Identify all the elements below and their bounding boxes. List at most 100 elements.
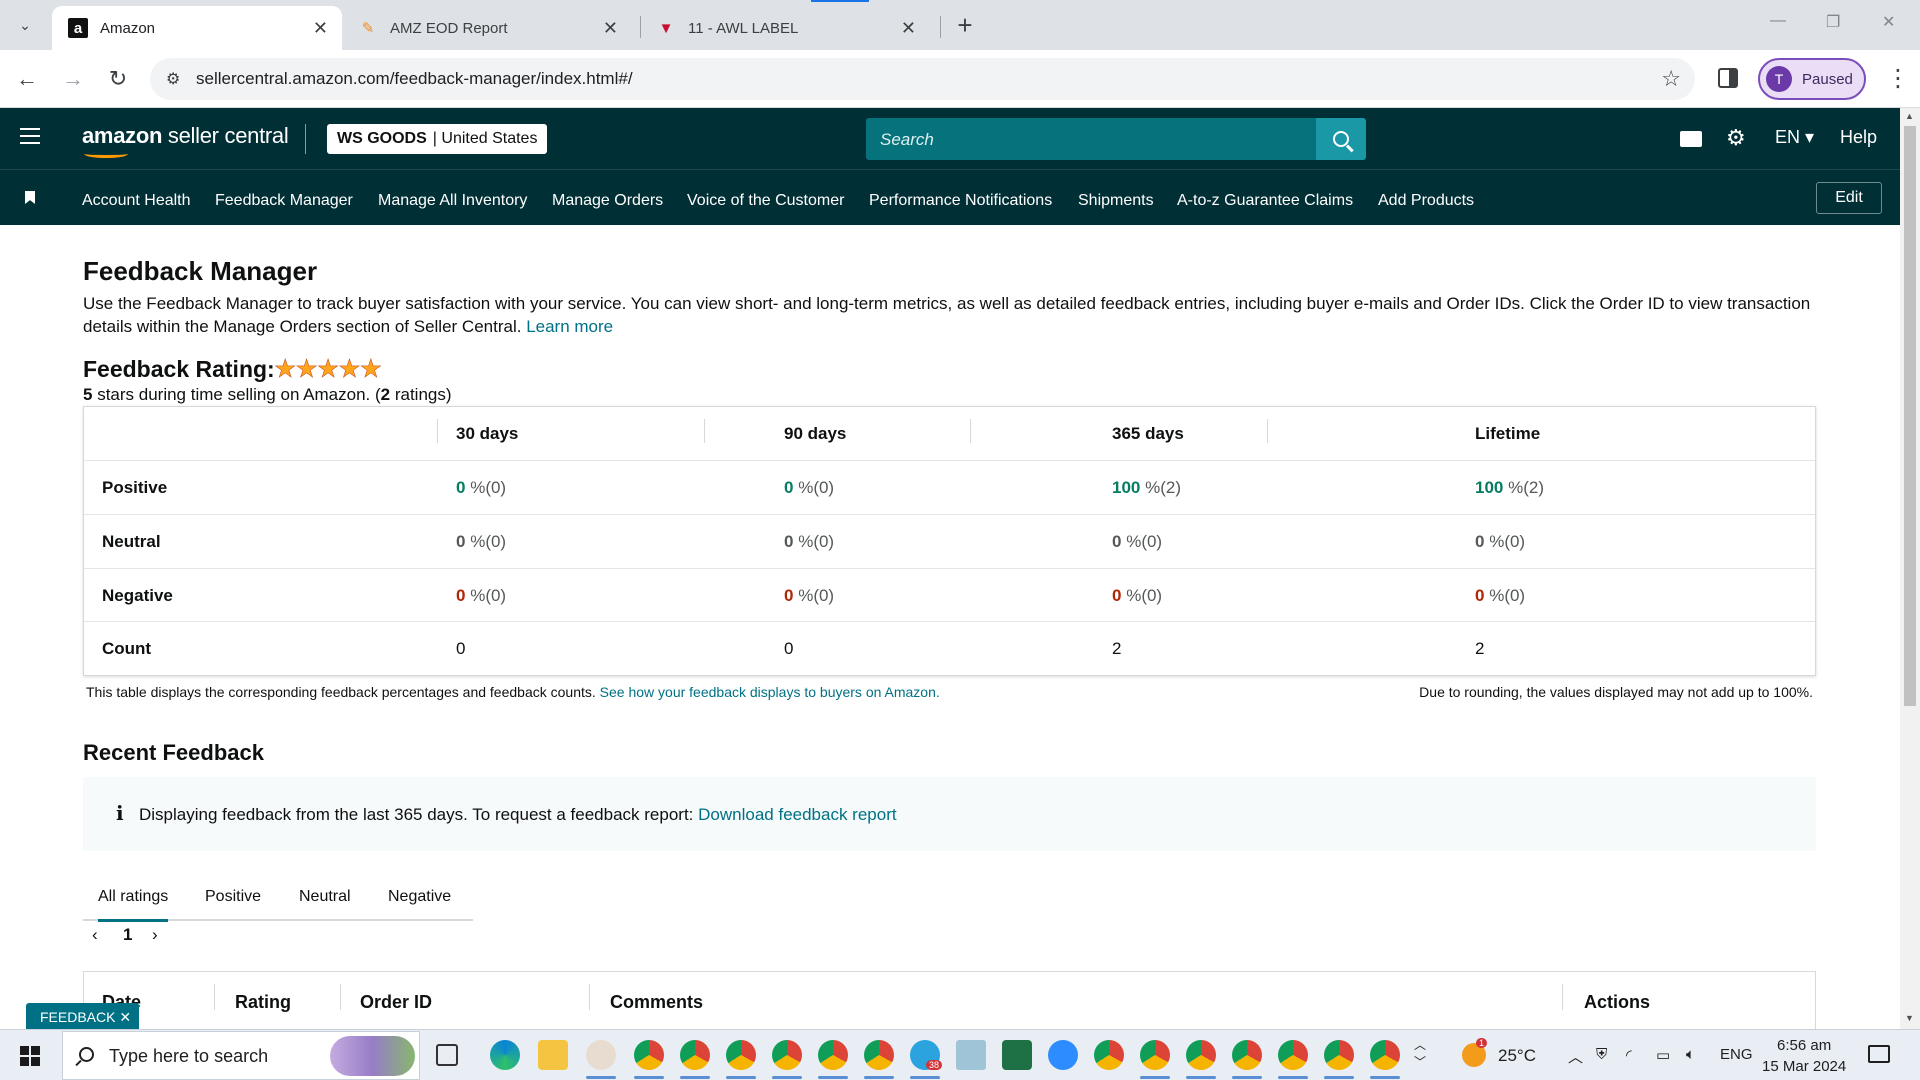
- snipping-tool-icon[interactable]: [586, 1040, 616, 1070]
- address-bar[interactable]: ⚙ sellercentral.amazon.com/feedback-mana…: [150, 58, 1695, 100]
- learn-more-link[interactable]: Learn more: [526, 317, 613, 336]
- site-settings-icon[interactable]: ⚙: [166, 69, 180, 89]
- task-view-icon[interactable]: [436, 1044, 458, 1066]
- row-label: Count: [102, 639, 152, 658]
- chrome-profile-icon[interactable]: [772, 1040, 802, 1070]
- chrome-profile-icon[interactable]: [818, 1040, 848, 1070]
- running-indicator: [772, 1076, 802, 1079]
- search-input[interactable]: Search: [866, 118, 1316, 160]
- temperature[interactable]: 25°C: [1498, 1046, 1536, 1066]
- rating-count-suffix: ratings): [390, 385, 452, 404]
- scroll-down-icon[interactable]: ▼: [1905, 1013, 1914, 1023]
- tab-positive[interactable]: Positive: [205, 888, 261, 906]
- wifi-icon[interactable]: ◜: [1626, 1046, 1632, 1064]
- tab-list-chevron-icon[interactable]: ⌄: [10, 10, 40, 40]
- column-header-rating[interactable]: Rating: [235, 992, 291, 1013]
- scrollbar-thumb[interactable]: [1904, 126, 1916, 706]
- windows-start-icon[interactable]: [20, 1046, 40, 1066]
- side-panel-icon[interactable]: [1718, 68, 1738, 88]
- chrome-profile-icon[interactable]: [1370, 1040, 1400, 1070]
- new-tab-plus-icon[interactable]: +: [950, 10, 980, 40]
- browser-menu-icon[interactable]: ⋮: [1886, 64, 1910, 93]
- help-link[interactable]: Help: [1840, 127, 1877, 148]
- chrome-profile-icon[interactable]: [1186, 1040, 1216, 1070]
- forward-arrow-icon[interactable]: →: [58, 64, 88, 94]
- lavender-search-highlight-icon: [330, 1036, 415, 1076]
- rounding-note: Due to rounding, the values displayed ma…: [1419, 684, 1813, 700]
- zoom-icon[interactable]: [1048, 1040, 1078, 1070]
- tab-amz-eod-report[interactable]: ✎ AMZ EOD Report ✕: [342, 6, 632, 50]
- store-selector[interactable]: WS GOODS | United States: [327, 124, 548, 154]
- clock[interactable]: 6:56 am 15 Mar 2024: [1762, 1035, 1846, 1077]
- search-button[interactable]: [1316, 118, 1366, 160]
- show-hidden-icons-chevron-icon[interactable]: ︿: [1568, 1046, 1583, 1067]
- metrics-row-neutral: Neutral 0 %(0) 0 %(0) 0 %(0) 0 %(0): [84, 514, 1815, 567]
- tab-neutral[interactable]: Neutral: [299, 888, 351, 906]
- minimize-icon[interactable]: —: [1770, 12, 1786, 30]
- bookmark-star-icon[interactable]: ☆: [1661, 66, 1681, 92]
- url-text[interactable]: sellercentral.amazon.com/feedback-manage…: [196, 69, 633, 89]
- battery-icon[interactable]: ▭: [1656, 1046, 1670, 1064]
- tab-amazon[interactable]: a Amazon ✕: [52, 6, 342, 50]
- chrome-profile-icon[interactable]: [1232, 1040, 1262, 1070]
- next-page-chevron-icon[interactable]: ›: [152, 925, 158, 945]
- close-tab-icon[interactable]: ✕: [603, 18, 618, 39]
- scroll-up-icon[interactable]: ▲: [1905, 111, 1914, 121]
- five-star-rating-icon: ★★★★★: [274, 355, 383, 384]
- close-window-icon[interactable]: ✕: [1882, 12, 1895, 32]
- edge-icon[interactable]: [490, 1040, 520, 1070]
- security-shield-icon[interactable]: ⛨: [1596, 1046, 1607, 1063]
- nav-voice-of-the-customer[interactable]: Voice of the Customer: [687, 192, 844, 210]
- chrome-profile-icon[interactable]: [680, 1040, 710, 1070]
- tab-all-ratings[interactable]: All ratings: [98, 888, 169, 922]
- download-feedback-report-link[interactable]: Download feedback report: [698, 805, 896, 824]
- nav-performance-notifications[interactable]: Performance Notifications: [869, 192, 1052, 210]
- file-explorer-icon[interactable]: [538, 1040, 568, 1070]
- bookmark-icon[interactable]: [25, 191, 35, 204]
- reload-icon[interactable]: ↻: [103, 64, 133, 94]
- chrome-profile-icon[interactable]: [1278, 1040, 1308, 1070]
- column-divider: [437, 419, 438, 443]
- chrome-profile-icon[interactable]: [1324, 1040, 1354, 1070]
- gear-icon[interactable]: ⚙: [1726, 125, 1746, 151]
- volume-icon[interactable]: 🔈︎: [1686, 1046, 1695, 1063]
- feedback-widget-button[interactable]: FEEDBACK ✕: [26, 1003, 140, 1031]
- mail-icon[interactable]: [1680, 131, 1702, 147]
- column-header-order-id[interactable]: Order ID: [360, 992, 432, 1013]
- chrome-profile-icon[interactable]: [634, 1040, 664, 1070]
- restore-icon[interactable]: ❐: [1826, 12, 1840, 32]
- close-tab-icon[interactable]: ✕: [901, 18, 916, 39]
- nav-shipments[interactable]: Shipments: [1078, 192, 1154, 210]
- nav-add-products[interactable]: Add Products: [1378, 192, 1474, 210]
- feedback-display-link[interactable]: See how your feedback displays to buyers…: [600, 684, 940, 700]
- notifications-icon[interactable]: [1868, 1045, 1890, 1063]
- nav-feedback-manager[interactable]: Feedback Manager: [215, 192, 353, 210]
- nav-a-to-z-guarantee-claims[interactable]: A-to-z Guarantee Claims: [1177, 192, 1353, 210]
- metric-cell: 0 %(0): [1112, 586, 1163, 605]
- profile-button[interactable]: T Paused: [1758, 58, 1866, 100]
- nav-account-health[interactable]: Account Health: [82, 192, 191, 210]
- excel-icon[interactable]: [1002, 1040, 1032, 1070]
- language-indicator[interactable]: ENG: [1720, 1046, 1753, 1063]
- chrome-icon[interactable]: [1094, 1040, 1124, 1070]
- tab-negative[interactable]: Negative: [388, 888, 451, 906]
- hamburger-menu-icon[interactable]: [20, 128, 40, 149]
- taskbar-scroll-arrows-icon[interactable]: ︿ ﹀: [1414, 1036, 1426, 1070]
- notepad-icon[interactable]: [956, 1040, 986, 1070]
- chrome-profile-icon[interactable]: [726, 1040, 756, 1070]
- language-selector[interactable]: EN ▾: [1775, 127, 1814, 148]
- chrome-profile-icon[interactable]: [1140, 1040, 1170, 1070]
- nav-manage-all-inventory[interactable]: Manage All Inventory: [378, 192, 527, 210]
- prev-page-chevron-icon[interactable]: ‹: [92, 925, 98, 945]
- nav-manage-orders[interactable]: Manage Orders: [552, 192, 663, 210]
- edit-nav-button[interactable]: Edit: [1816, 182, 1882, 214]
- back-arrow-icon[interactable]: ←: [12, 64, 42, 94]
- page-scrollbar[interactable]: ▲ ▼: [1900, 108, 1920, 1029]
- close-tab-icon[interactable]: ✕: [313, 18, 328, 39]
- chrome-profile-icon[interactable]: [864, 1040, 894, 1070]
- tab-awl-label[interactable]: ▼ 11 - AWL LABEL ✕: [640, 6, 930, 50]
- current-page[interactable]: 1: [123, 925, 132, 945]
- amazon-seller-central-logo[interactable]: amazon seller central: [82, 123, 289, 158]
- feedback-rating-title: Feedback Rating:: [83, 356, 275, 382]
- column-header-comments[interactable]: Comments: [610, 992, 703, 1013]
